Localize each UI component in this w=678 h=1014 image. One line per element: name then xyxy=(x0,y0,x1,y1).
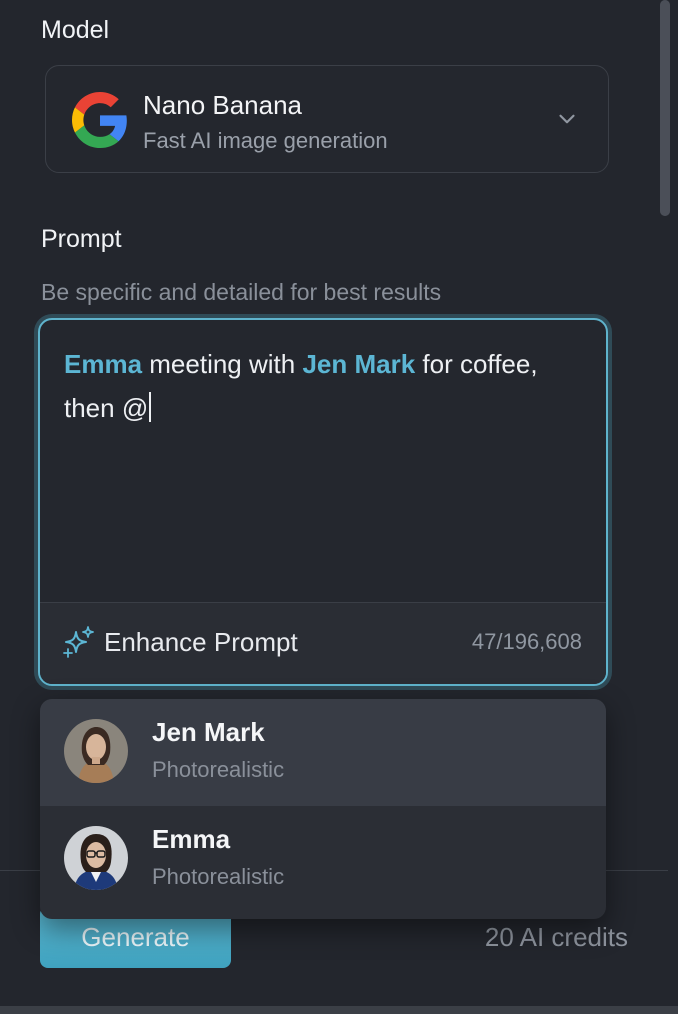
credits-remaining: 20 AI credits xyxy=(484,922,628,952)
mention-option-emma[interactable]: Emma Photorealistic xyxy=(40,806,606,913)
scrollbar[interactable] xyxy=(660,0,670,216)
prompt-toolbar: Enhance Prompt 47/196,608 xyxy=(40,602,606,684)
avatar xyxy=(64,826,128,890)
mention-name: Emma xyxy=(152,824,231,854)
avatar xyxy=(64,719,128,783)
mention-token: Jen Mark xyxy=(302,349,416,379)
mention-option-jen-mark[interactable]: Jen Mark Photorealistic xyxy=(40,699,606,806)
prompt-section-label: Prompt xyxy=(41,225,122,253)
mention-token: Emma xyxy=(64,349,143,379)
chevron-down-icon[interactable] xyxy=(554,106,580,132)
mention-style: Photorealistic xyxy=(152,757,285,782)
character-counter: 47/196,608 xyxy=(471,629,582,654)
generation-panel: Model Nano Banana Fast AI image generati… xyxy=(0,0,678,1014)
google-g-icon xyxy=(72,92,127,148)
prompt-box: Emma meeting with Jen Mark for coffee, t… xyxy=(34,314,612,690)
mention-name: Jen Mark xyxy=(152,717,265,747)
enhance-prompt-button[interactable]: Enhance Prompt xyxy=(62,625,298,659)
model-select[interactable]: Nano Banana Fast AI image generation xyxy=(45,65,609,173)
bottom-border xyxy=(0,1006,678,1014)
prompt-text-segment: meeting with xyxy=(142,349,303,379)
sparkles-icon xyxy=(63,626,94,658)
model-section-label: Model xyxy=(41,16,110,44)
mention-style: Photorealistic xyxy=(152,864,285,889)
prompt-editor[interactable]: Emma meeting with Jen Mark for coffee, t… xyxy=(38,318,608,686)
prompt-hint: Be specific and detailed for best result… xyxy=(41,279,442,305)
model-name: Nano Banana xyxy=(143,90,303,120)
text-caret xyxy=(149,392,152,422)
mention-suggestions-dropdown: Jen Mark Photorealistic Emma Photorealis… xyxy=(40,699,606,919)
enhance-prompt-label: Enhance Prompt xyxy=(104,626,298,657)
model-description: Fast AI image generation xyxy=(143,128,388,153)
prompt-input[interactable]: Emma meeting with Jen Mark for coffee, t… xyxy=(64,342,584,430)
